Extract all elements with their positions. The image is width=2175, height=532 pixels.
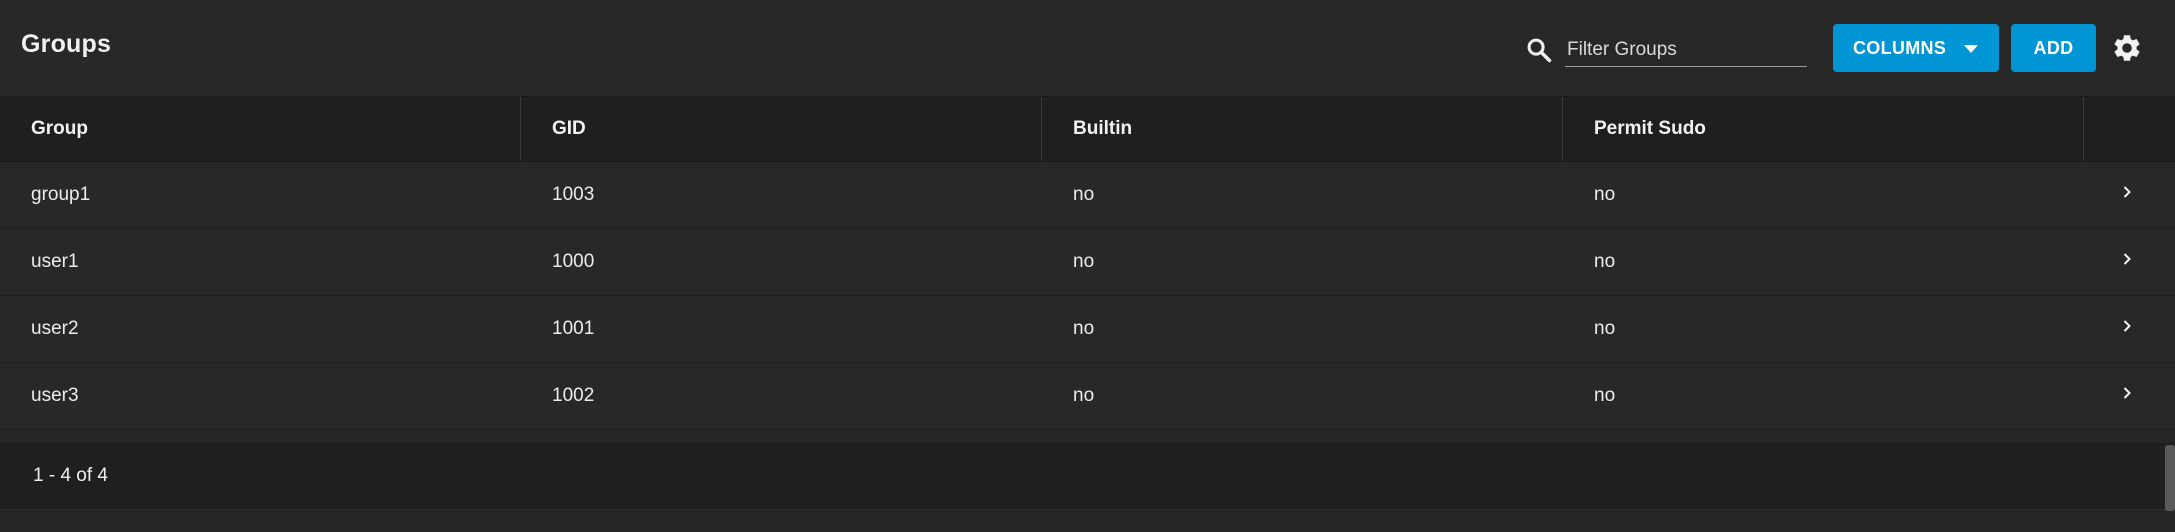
chevron-right-icon[interactable] bbox=[2119, 251, 2135, 267]
cell-builtin: no bbox=[1073, 184, 1095, 205]
pagination-range: 1 - 4 of 4 bbox=[33, 465, 108, 486]
table-row[interactable]: user1 1000 no no bbox=[0, 229, 2175, 296]
table-footer: 1 - 4 of 4 bbox=[0, 443, 2175, 510]
cell-group: user1 bbox=[31, 251, 79, 272]
cell-permit-sudo: no bbox=[1594, 385, 1616, 406]
filter-groups-input[interactable] bbox=[1565, 34, 1807, 67]
cell-permit-sudo: no bbox=[1594, 184, 1616, 205]
chevron-right-icon[interactable] bbox=[2119, 318, 2135, 334]
cell-gid: 1002 bbox=[552, 385, 595, 406]
table-header: Group GID Builtin Permit Sudo bbox=[0, 97, 2175, 162]
add-button-label: ADD bbox=[2033, 38, 2074, 58]
chevron-right-icon[interactable] bbox=[2119, 385, 2135, 401]
add-button[interactable]: ADD bbox=[2011, 24, 2096, 72]
cell-builtin: no bbox=[1073, 251, 1095, 272]
cell-permit-sudo: no bbox=[1594, 318, 1616, 339]
table-spacer bbox=[0, 430, 2175, 443]
columns-button-label: COLUMNS bbox=[1853, 38, 1947, 58]
table-row[interactable]: user3 1002 no no bbox=[0, 363, 2175, 430]
cell-group: user2 bbox=[31, 318, 79, 339]
table-row[interactable]: user2 1001 no no bbox=[0, 296, 2175, 363]
scrollbar-thumb[interactable] bbox=[2165, 445, 2175, 511]
column-header-permit-sudo[interactable]: Permit Sudo bbox=[1563, 97, 2084, 161]
column-header-gid[interactable]: GID bbox=[521, 97, 1042, 161]
cell-group: group1 bbox=[31, 184, 91, 205]
cell-gid: 1001 bbox=[552, 318, 595, 339]
cell-gid: 1003 bbox=[552, 184, 595, 205]
groups-page: Groups COLUMNS ADD Group GID Builtin Per… bbox=[0, 0, 2175, 532]
cell-permit-sudo: no bbox=[1594, 251, 1616, 272]
column-header-builtin[interactable]: Builtin bbox=[1042, 97, 1563, 161]
cell-builtin: no bbox=[1073, 385, 1095, 406]
filter-groups bbox=[1525, 34, 1807, 68]
gear-icon[interactable] bbox=[2111, 32, 2143, 64]
columns-button[interactable]: COLUMNS bbox=[1833, 24, 1999, 72]
chevron-right-icon[interactable] bbox=[2119, 184, 2135, 200]
page-title: Groups bbox=[21, 30, 112, 58]
cell-gid: 1000 bbox=[552, 251, 595, 272]
caret-down-icon[interactable] bbox=[1964, 45, 1978, 53]
cell-builtin: no bbox=[1073, 318, 1095, 339]
cell-group: user3 bbox=[31, 385, 79, 406]
toolbar: Groups COLUMNS ADD bbox=[0, 0, 2175, 97]
search-icon bbox=[1527, 38, 1552, 63]
table-row[interactable]: group1 1003 no no bbox=[0, 162, 2175, 229]
groups-table: Group GID Builtin Permit Sudo group1 100… bbox=[0, 97, 2175, 510]
column-header-actions bbox=[2084, 97, 2175, 161]
column-header-group[interactable]: Group bbox=[0, 97, 521, 161]
